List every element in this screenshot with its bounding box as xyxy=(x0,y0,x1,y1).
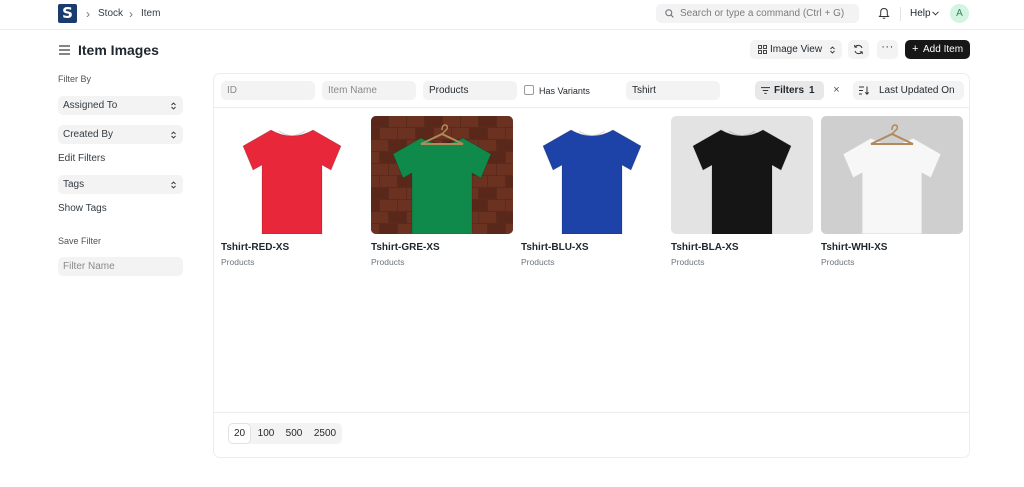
app-logo[interactable]: S xyxy=(58,4,77,23)
item-card-group: Products xyxy=(371,257,405,267)
chevron-right-icon: › xyxy=(129,7,133,21)
filter-icon xyxy=(761,87,770,94)
item-card-group: Products xyxy=(821,257,855,267)
user-avatar[interactable]: A xyxy=(950,4,969,23)
standard-filter-bar: Has Variants Filters 1 × Last Updated On xyxy=(214,74,969,108)
top-navbar: S › Stock › Item Help A xyxy=(0,0,1024,30)
edit-filters-link[interactable]: Edit Filters xyxy=(58,153,105,164)
page-length-500[interactable]: 500 xyxy=(280,423,308,444)
breadcrumb-stock[interactable]: Stock xyxy=(98,8,123,19)
help-dropdown[interactable]: Help xyxy=(910,8,931,19)
notification-bell-icon[interactable] xyxy=(878,7,890,20)
tshirt-image xyxy=(242,129,342,234)
page-length-20[interactable]: 20 xyxy=(228,423,251,444)
item-card-title[interactable]: Tshirt-WHI-XS xyxy=(821,242,887,253)
item-card-title[interactable]: Tshirt-BLA-XS xyxy=(671,242,739,253)
filters-button[interactable]: Filters 1 xyxy=(755,81,824,100)
item-image[interactable] xyxy=(671,116,813,234)
item-card-group: Products xyxy=(671,257,705,267)
item-card-title[interactable]: Tshirt-GRE-XS xyxy=(371,242,440,253)
sidebar-toggle-icon[interactable] xyxy=(59,45,70,55)
item-card-group: Products xyxy=(521,257,555,267)
item-card-group: Products xyxy=(221,257,255,267)
select-arrows-icon xyxy=(830,46,835,54)
select-arrows-icon xyxy=(171,181,176,189)
created-by-dropdown[interactable]: Created By xyxy=(58,125,183,144)
assigned-to-dropdown[interactable]: Assigned To xyxy=(58,96,183,115)
add-item-label: Add Item xyxy=(923,44,964,55)
page-length-selector: 20 100 500 2500 xyxy=(228,423,342,444)
id-filter-input[interactable] xyxy=(221,81,315,100)
search-icon xyxy=(665,9,674,18)
item-image[interactable] xyxy=(521,116,663,234)
filters-count-badge: 1 xyxy=(809,85,815,96)
awesome-bar[interactable] xyxy=(656,4,859,23)
search-input[interactable] xyxy=(680,4,855,23)
more-actions-button[interactable]: ··· xyxy=(877,40,898,59)
select-arrows-icon xyxy=(171,102,176,110)
item-group-filter-input[interactable] xyxy=(423,81,517,100)
select-arrows-icon xyxy=(171,131,176,139)
has-variants-label: Has Variants xyxy=(539,86,590,96)
chevron-right-icon: › xyxy=(86,7,90,21)
save-filter-heading: Save Filter xyxy=(58,236,102,246)
tags-dropdown[interactable]: Tags xyxy=(58,175,183,194)
tshirt-image xyxy=(371,116,513,234)
clear-filters-button[interactable]: × xyxy=(827,81,846,100)
chevron-down-icon xyxy=(932,11,939,16)
sort-label: Last Updated On xyxy=(879,85,955,96)
show-tags-link[interactable]: Show Tags xyxy=(58,203,107,214)
tshirt-image xyxy=(542,129,642,234)
sort-icon xyxy=(859,86,869,95)
filters-label: Filters xyxy=(774,85,805,96)
item-name-filter-input[interactable] xyxy=(322,81,416,100)
variant-of-filter-input[interactable] xyxy=(626,81,720,100)
item-image[interactable] xyxy=(371,116,513,234)
item-card-title[interactable]: Tshirt-RED-XS xyxy=(221,242,289,253)
paging-divider xyxy=(214,412,969,413)
filter-by-heading: Filter By xyxy=(58,74,92,84)
sort-selector[interactable]: Last Updated On xyxy=(853,81,964,100)
add-item-button[interactable]: + Add Item xyxy=(905,40,970,59)
image-view-panel: Has Variants Filters 1 × Last Updated On… xyxy=(213,73,970,458)
grid-icon xyxy=(758,45,767,54)
item-card-title[interactable]: Tshirt-BLU-XS xyxy=(521,242,589,253)
plus-icon: + xyxy=(912,43,919,55)
breadcrumb-item[interactable]: Item xyxy=(141,8,160,19)
page-length-100[interactable]: 100 xyxy=(252,423,280,444)
tshirt-image xyxy=(692,129,792,234)
has-variants-checkbox[interactable] xyxy=(524,85,534,95)
page-length-2500[interactable]: 2500 xyxy=(308,423,342,444)
navbar-divider xyxy=(900,7,901,21)
view-switcher-label: Image View xyxy=(770,44,823,55)
reload-button[interactable] xyxy=(848,40,869,59)
item-image[interactable] xyxy=(221,116,363,234)
filter-name-input[interactable] xyxy=(58,257,183,276)
refresh-icon xyxy=(854,44,863,55)
page-title: Item Images xyxy=(78,42,159,58)
item-image[interactable] xyxy=(821,116,963,234)
view-switcher-button[interactable]: Image View xyxy=(750,40,842,59)
tshirt-image xyxy=(842,124,942,234)
